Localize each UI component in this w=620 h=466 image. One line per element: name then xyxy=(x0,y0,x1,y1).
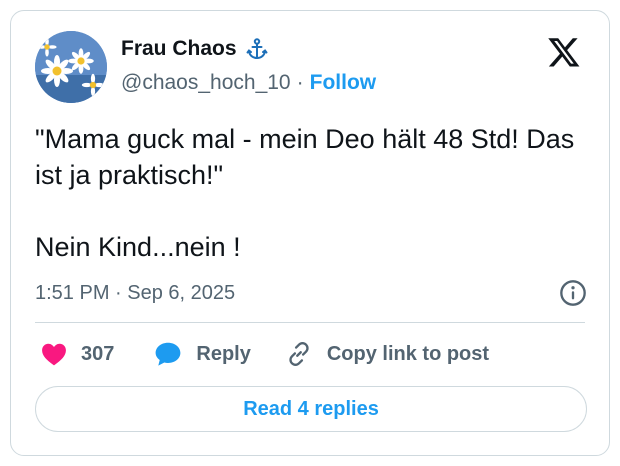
read-replies-label: Read 4 replies xyxy=(243,397,379,420)
follow-button[interactable]: Follow xyxy=(310,71,377,95)
action-bar: 307 Reply Copy link to post xyxy=(41,337,489,371)
display-name[interactable]: Frau Chaos xyxy=(121,37,237,61)
handle-row: @chaos_hoch_10 · Follow xyxy=(121,71,376,95)
tweet-meta-row: 1:51 PM · Sep 6, 2025 xyxy=(35,279,587,307)
tweet-card: Frau Chaos @chaos_hoch_10 · Follow "Mama… xyxy=(10,10,610,456)
separator-dot: · xyxy=(296,71,304,94)
tweet-text: "Mama guck mal - mein Deo hält 48 Std! D… xyxy=(35,124,575,262)
divider xyxy=(35,322,585,323)
info-icon[interactable] xyxy=(559,279,587,307)
copy-link-button[interactable]: Copy link to post xyxy=(285,340,489,368)
like-count: 307 xyxy=(81,342,115,365)
reply-label: Reply xyxy=(196,342,251,365)
copy-link-label: Copy link to post xyxy=(326,342,490,365)
link-icon xyxy=(289,342,309,366)
author-handle[interactable]: @chaos_hoch_10 xyxy=(121,71,291,95)
anchor-icon xyxy=(246,38,268,60)
x-logo-icon[interactable] xyxy=(547,35,581,69)
read-replies-button[interactable]: Read 4 replies xyxy=(35,386,587,432)
reply-button[interactable]: Reply xyxy=(154,341,251,367)
avatar[interactable] xyxy=(35,31,107,103)
timestamp[interactable]: 1:51 PM · Sep 6, 2025 xyxy=(35,282,235,305)
daisies-avatar-image xyxy=(35,31,107,103)
heart-icon xyxy=(42,343,66,366)
speech-bubble-icon xyxy=(155,342,181,366)
like-button[interactable]: 307 xyxy=(41,342,114,366)
author-name-row: Frau Chaos xyxy=(121,37,269,61)
